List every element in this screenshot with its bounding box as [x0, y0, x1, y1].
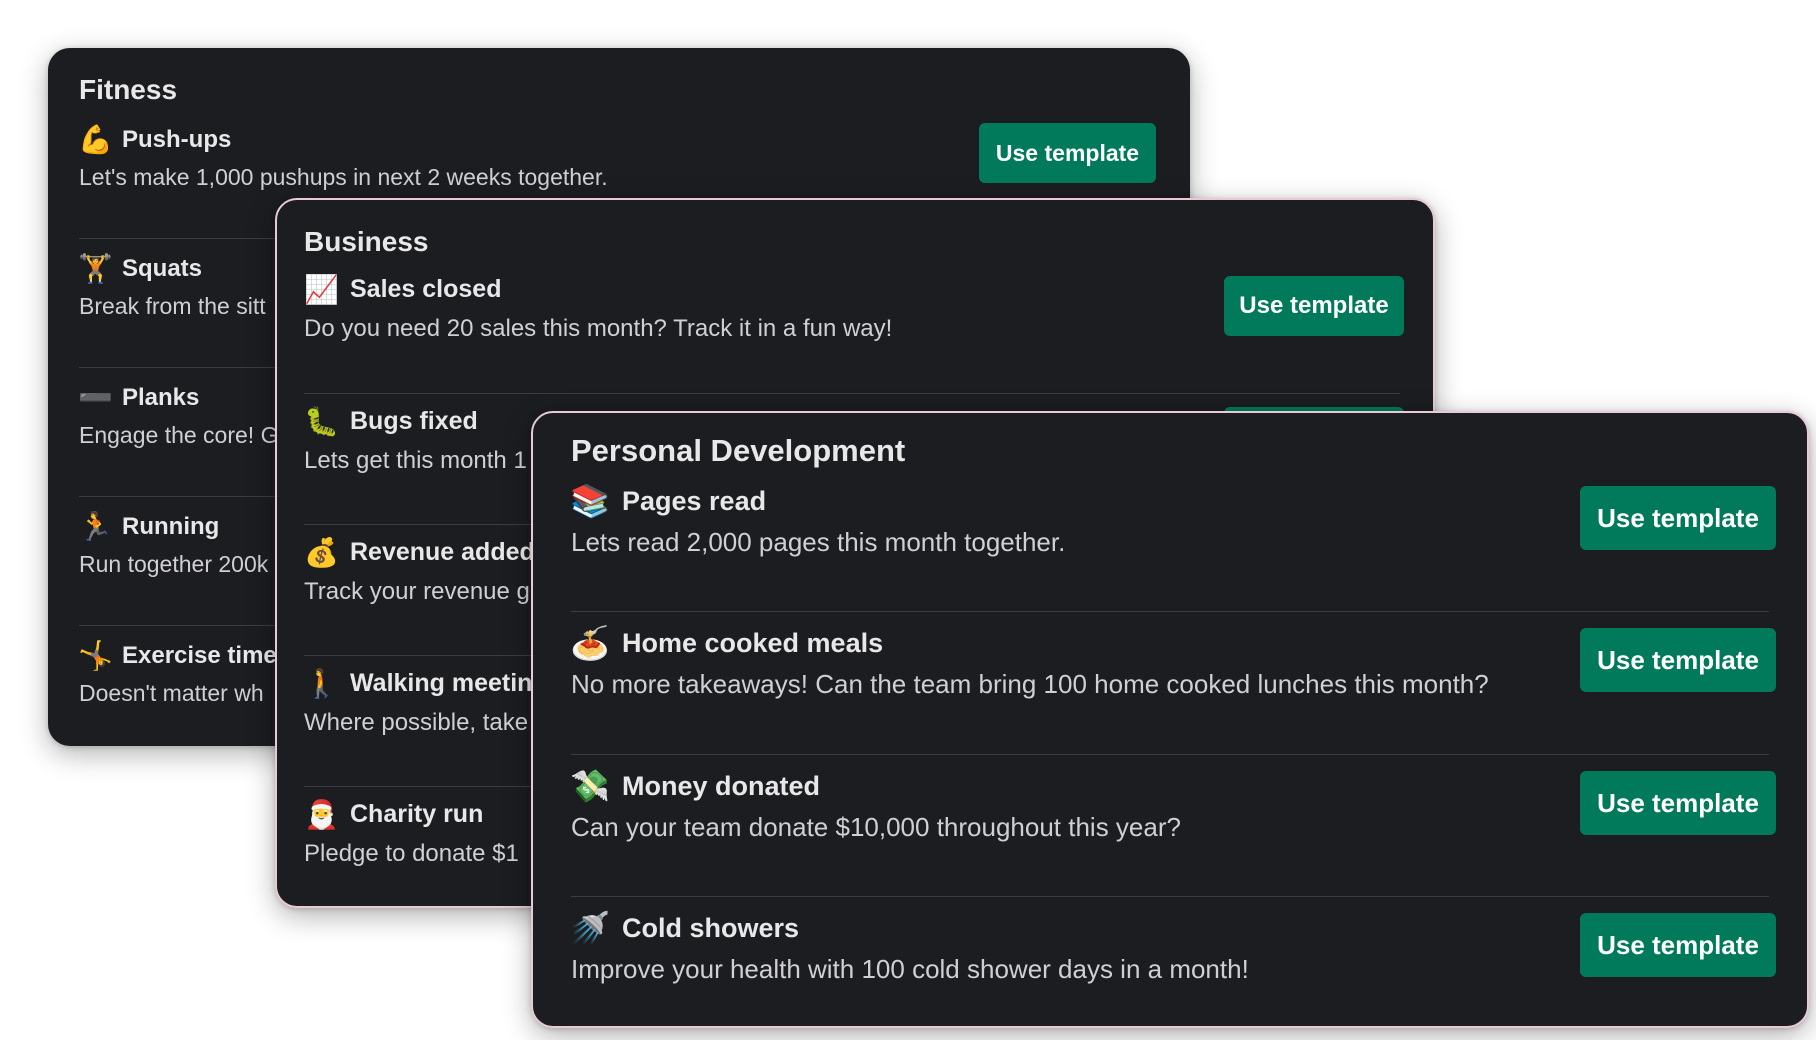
template-description: Where possible, take — [304, 709, 529, 736]
bug-icon: 🐛 — [304, 405, 339, 437]
person-walking-icon: 🚶 — [304, 667, 339, 699]
template-description: Run together 200k — [79, 551, 269, 577]
divider — [571, 896, 1769, 897]
template-description: Let's make 1,000 pushups in next 2 weeks… — [79, 164, 608, 190]
flexed-biceps-icon: 💪 — [78, 124, 113, 155]
section-title-business: Business — [304, 226, 429, 257]
template-title: Exercise time — [122, 642, 277, 669]
use-template-button-cold-showers[interactable]: Use template — [1580, 913, 1776, 977]
cartwheel-icon: 🤸 — [78, 640, 113, 671]
template-description: Can your team donate $10,000 throughout … — [571, 812, 1181, 842]
divider — [571, 611, 1769, 612]
template-title: Bugs fixed — [350, 407, 478, 435]
shower-icon: 🚿 — [570, 910, 610, 946]
santa-claus-icon: 🎅 — [304, 798, 339, 830]
use-template-button-pages-read[interactable]: Use template — [1580, 486, 1776, 550]
minus-icon: ➖ — [78, 382, 113, 413]
use-template-button-home-cooked-meals[interactable]: Use template — [1580, 628, 1776, 692]
spaghetti-icon: 🍝 — [570, 625, 610, 661]
template-title: Push-ups — [122, 126, 232, 153]
template-description: Break from the sitt — [79, 293, 266, 319]
template-title: Pages read — [622, 485, 767, 516]
weight-lifter-icon: 🏋️ — [78, 253, 113, 284]
section-title-fitness: Fitness — [79, 74, 178, 105]
runner-icon: 🏃 — [78, 511, 113, 542]
divider — [571, 754, 1769, 755]
template-description: Lets get this month 1 — [304, 447, 527, 474]
money-bag-icon: 💰 — [304, 536, 339, 568]
template-description: Engage the core! G — [79, 422, 279, 448]
template-description: Doesn't matter wh — [79, 680, 264, 706]
template-title: Walking meeting — [350, 669, 548, 697]
use-template-button-sales-closed[interactable]: Use template — [1224, 276, 1404, 336]
personal-development-templates-card: Personal Development 📚 Pages read Lets r… — [531, 411, 1809, 1028]
template-title: Home cooked meals — [622, 627, 884, 658]
money-with-wings-icon: 💸 — [570, 768, 610, 804]
template-description: No more takeaways! Can the team bring 10… — [571, 669, 1489, 699]
template-description: Lets read 2,000 pages this month togethe… — [571, 527, 1066, 557]
template-description: Track your revenue g — [304, 578, 530, 605]
chart-increasing-icon: 📈 — [304, 273, 339, 305]
template-description: Do you need 20 sales this month? Track i… — [304, 315, 893, 342]
template-description: Pledge to donate $1 — [304, 840, 519, 867]
template-title: Money donated — [622, 770, 821, 801]
template-title: Charity run — [350, 800, 484, 828]
template-title: Planks — [122, 384, 200, 411]
section-title-personal-development: Personal Development — [571, 433, 906, 468]
use-template-button-money-donated[interactable]: Use template — [1580, 771, 1776, 835]
use-template-button-push-ups[interactable]: Use template — [979, 123, 1156, 183]
divider — [304, 393, 1400, 394]
books-icon: 📚 — [570, 483, 610, 519]
template-title: Revenue added — [350, 538, 535, 566]
template-title: Running — [122, 513, 220, 540]
template-title: Sales closed — [350, 275, 502, 303]
template-title: Squats — [122, 255, 203, 282]
template-title: Cold showers — [622, 912, 800, 943]
template-description: Improve your health with 100 cold shower… — [571, 954, 1249, 984]
